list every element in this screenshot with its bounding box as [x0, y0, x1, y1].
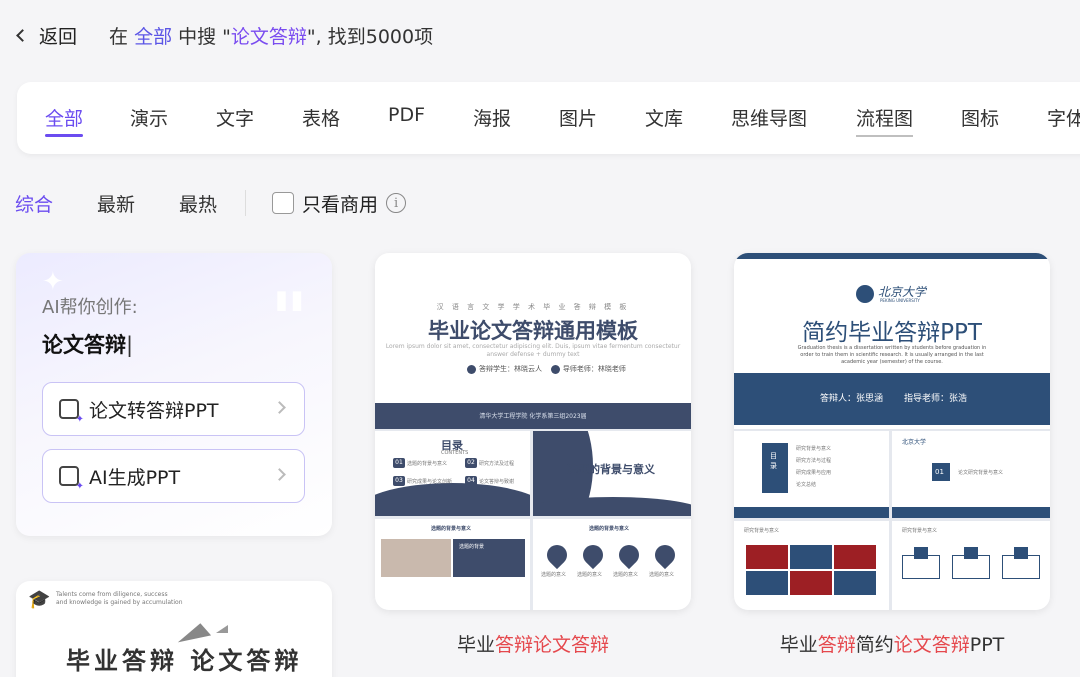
search-summary: 在 全部 中搜 "论文答辩", 找到5000项: [109, 22, 433, 49]
chevron-right-icon: [273, 401, 286, 414]
preview-subtitle: answer defense + dummy text: [486, 351, 580, 358]
preview-people: 答辩学生：林晓云人 导师老师：林晓老师: [467, 364, 626, 374]
tab-mindmap[interactable]: 思维导图: [731, 104, 807, 131]
ai-topic: 论文答辩|: [42, 333, 134, 357]
template-card[interactable]: 北京大学 PEKING UNIVERSITY 简约毕业答辩PPT Graduat…: [734, 253, 1050, 610]
preview-slide: 研究背景与意义: [734, 521, 889, 610]
ai-create-card: ✦ " AI帮你创作: 论文答辩| 论文转答辩PPT AI生成PPT: [16, 253, 332, 536]
template-title[interactable]: 毕业答辩简约论文答辩PPT: [734, 630, 1050, 657]
template-title[interactable]: 毕业答辩论文答辩: [375, 630, 691, 657]
tab-library[interactable]: 文库: [645, 104, 683, 131]
tab-image[interactable]: 图片: [559, 104, 597, 131]
preview-slide-grid: 目录 研究背景与意义 研究方法与过程 研究成果与应用 论文总结 北京大学 01 …: [734, 429, 1050, 610]
sort-newest[interactable]: 最新: [97, 190, 135, 217]
preview-title: 简约毕业答辩PPT: [802, 320, 982, 346]
search-keyword: 论文答辩: [230, 25, 307, 48]
preview-band: 清华大学工程学院 化学系第三组2023届: [375, 403, 691, 429]
preview-small-text: Talents come from diligence, success and …: [56, 591, 183, 607]
divider: [245, 190, 247, 216]
summary-mid: 中搜 ": [172, 25, 231, 48]
preview-slide: 选题的背景与意义: [533, 431, 691, 516]
tab-document[interactable]: 文字: [216, 104, 254, 131]
quote-icon: ": [270, 276, 308, 361]
tab-icon[interactable]: 图标: [961, 104, 999, 131]
summary-suffix: ", 找到5000项: [306, 25, 434, 48]
button-label: 论文转答辩PPT: [89, 399, 219, 422]
tab-poster[interactable]: 海报: [473, 104, 511, 131]
preview-logo-sub: PEKING UNIVERSITY: [880, 298, 920, 303]
preview-slide: 北京大学 01 论文研究背景与意义: [892, 431, 1050, 518]
chevron-left-icon: [16, 28, 29, 42]
preview-slide: 研究背景与意义: [892, 521, 1050, 610]
search-scope-link[interactable]: 全部: [134, 26, 172, 48]
preview-slide: 选题的背景与意义 选题的背景: [375, 519, 530, 610]
preview-title: 毕业论文答辩通用模板: [428, 319, 638, 343]
commercial-only-label[interactable]: 只看商用: [302, 190, 378, 217]
ai-generate-ppt-button[interactable]: AI生成PPT: [42, 449, 305, 503]
paper-plane-icon: [216, 625, 228, 633]
preview-subtitle: Graduation thesis is a dissertation writ…: [797, 345, 987, 365]
preview-slide: 选题的背景与意义 选题的意义 选题的意义 选题的意义 选题的意义: [533, 519, 691, 610]
preview-band: 答辩人：张思涵 指导老师：张浩: [734, 373, 1050, 425]
tab-spreadsheet[interactable]: 表格: [302, 104, 340, 131]
preview-top-line: [734, 253, 1050, 259]
tab-pdf[interactable]: PDF: [388, 104, 425, 126]
university-logo-icon: [856, 285, 874, 303]
tab-all[interactable]: 全部: [45, 104, 84, 137]
top-bar: 返回 在 全部 中搜 "论文答辩", 找到5000项: [16, 20, 433, 50]
thesis-to-ppt-button[interactable]: 论文转答辩PPT: [42, 382, 305, 436]
ai-label: AI帮你创作:: [42, 297, 138, 318]
back-button[interactable]: 返回: [16, 22, 78, 49]
sort-bar: 综合 最新 最热 只看商用 i: [15, 188, 407, 218]
sort-comprehensive[interactable]: 综合: [15, 190, 53, 217]
info-icon[interactable]: i: [386, 193, 407, 213]
preview-slide: 目录 研究背景与意义 研究方法与过程 研究成果与应用 论文总结: [734, 431, 889, 518]
ai-ppt-icon: [59, 466, 84, 492]
tab-font[interactable]: 字体: [1047, 104, 1080, 131]
commercial-only-checkbox[interactable]: [272, 192, 295, 214]
category-tabs: 全部 演示 文字 表格 PDF 海报 图片 文库 思维导图 流程图 图标 字体: [17, 82, 1080, 154]
ai-ppt-icon: [59, 399, 84, 425]
preview-slide-grid: 目录 CONTENTS 01 选题的背景与意义 02 研究方法及过程 03 研究…: [375, 429, 691, 610]
preview-slide: 目录 CONTENTS 01 选题的背景与意义 02 研究方法及过程 03 研究…: [375, 431, 530, 516]
preview-big-text: 毕业答辩 论文答辩: [66, 646, 303, 675]
chevron-right-icon: [273, 468, 286, 481]
graduation-cap-icon: 🎓: [28, 589, 51, 610]
sort-hottest[interactable]: 最热: [179, 190, 217, 217]
preview-caption: 汉 语 言 文 学 学 术 毕 业 答 辩 模 板: [436, 303, 630, 311]
template-card[interactable]: 汉 语 言 文 学 学 术 毕 业 答 辩 模 板 毕业论文答辩通用模板 Lor…: [375, 253, 691, 610]
paper-plane-icon: [174, 621, 212, 643]
tab-presentation[interactable]: 演示: [130, 104, 168, 131]
summary-prefix: 在: [109, 25, 135, 48]
button-label: AI生成PPT: [89, 466, 181, 489]
tab-flowchart[interactable]: 流程图: [856, 104, 914, 137]
preview-subtitle: Lorem ipsum dolor sit amet, consectetur …: [385, 343, 681, 350]
back-label: 返回: [39, 25, 78, 48]
template-card-preview[interactable]: 🎓 Talents come from diligence, success an…: [16, 581, 332, 677]
